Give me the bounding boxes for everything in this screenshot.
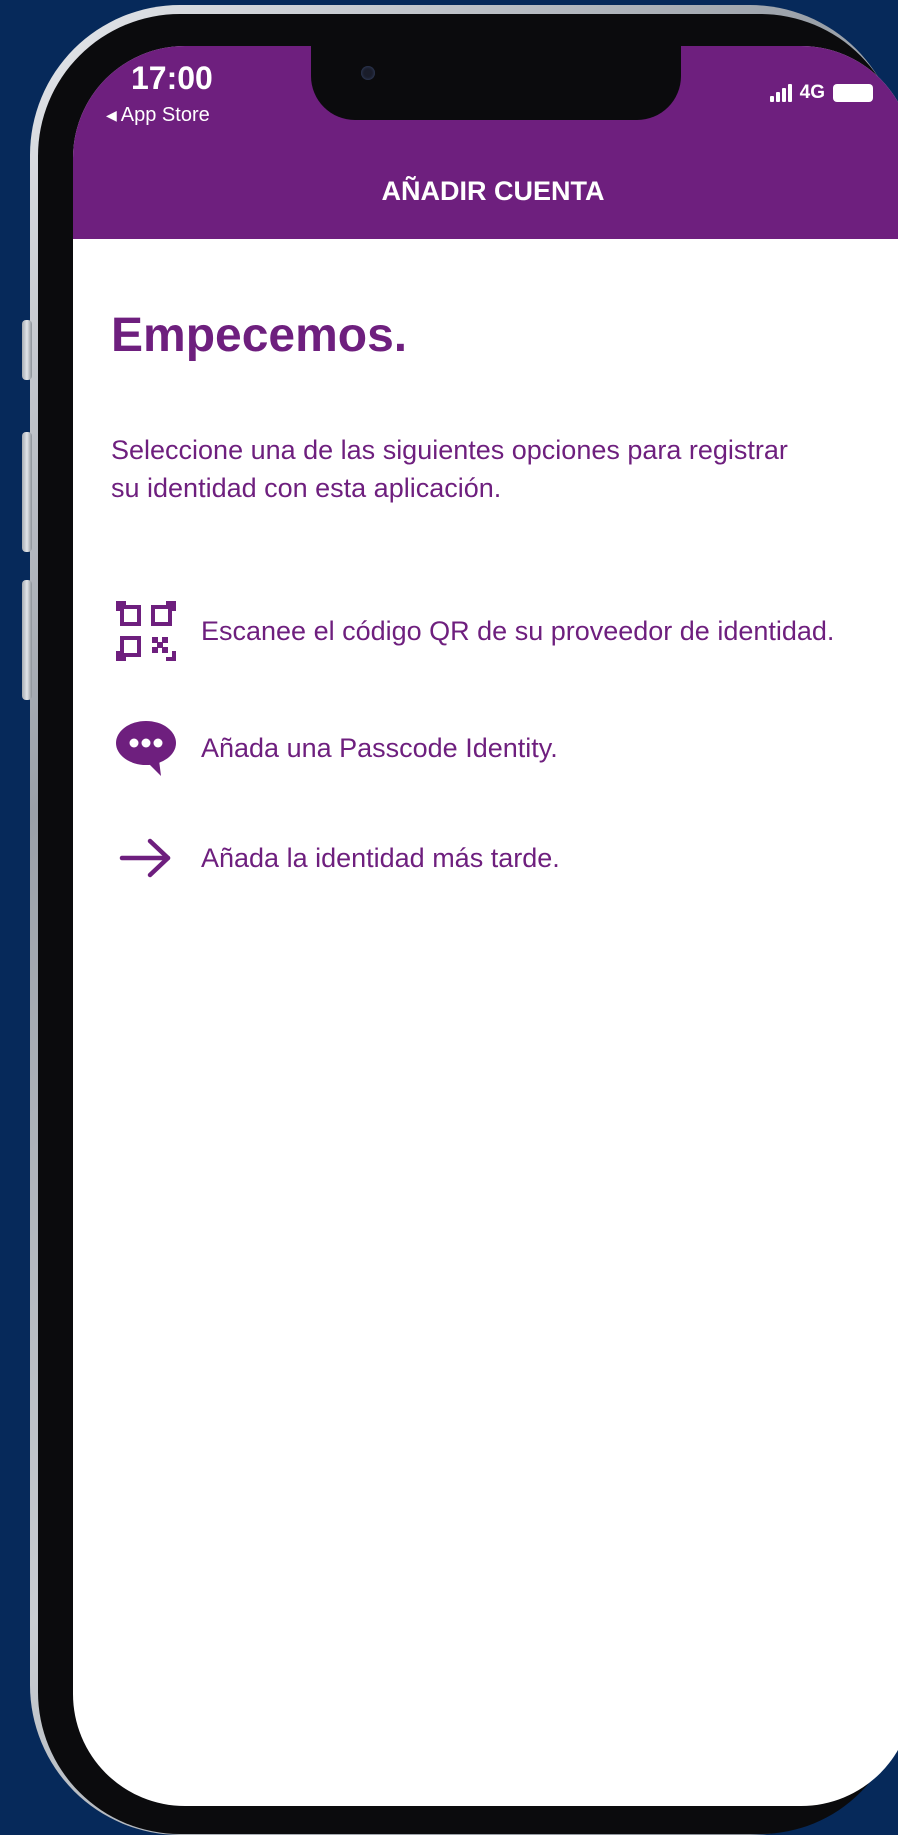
scan-qr-label: Escanee el código QR de su proveedor de … (201, 616, 835, 646)
welcome-heading: Empecemos. (111, 309, 408, 362)
back-app-label: App Store (120, 104, 210, 126)
volume-up-button (22, 432, 32, 552)
add-later-option[interactable]: Añada la identidad más tarde. (111, 833, 871, 883)
app-screen: 17:00 ◀ App Store 4G AÑADIR CUENTA Empec… (73, 46, 898, 1806)
battery-icon (833, 84, 873, 102)
scan-qr-option[interactable]: Escanee el código QR de su proveedor de … (111, 601, 871, 661)
passcode-identity-label: Añada una Passcode Identity. (201, 733, 558, 763)
back-to-app-store-link[interactable]: ◀ App Store (106, 104, 210, 127)
back-triangle-icon: ◀ (106, 107, 117, 123)
chat-bubble-icon (111, 718, 181, 778)
signal-strength-icon (769, 84, 792, 102)
qr-code-icon (111, 601, 181, 661)
network-type: 4G (799, 82, 825, 103)
app-header: 17:00 ◀ App Store 4G AÑADIR CUENTA (73, 46, 898, 239)
passcode-identity-option[interactable]: Añada una Passcode Identity. (111, 718, 871, 778)
status-indicators: 4G (769, 82, 873, 104)
camera-notch (311, 46, 681, 120)
mute-switch (22, 320, 32, 380)
page-title: AÑADIR CUENTA (381, 176, 605, 206)
add-later-label: Añada la identidad más tarde. (201, 843, 560, 873)
intro-text: Seleccione una de las siguientes opcione… (111, 435, 788, 503)
front-camera (361, 66, 375, 80)
status-time: 17:00 (131, 60, 213, 96)
volume-down-button (22, 580, 32, 700)
arrow-right-icon (111, 833, 181, 883)
